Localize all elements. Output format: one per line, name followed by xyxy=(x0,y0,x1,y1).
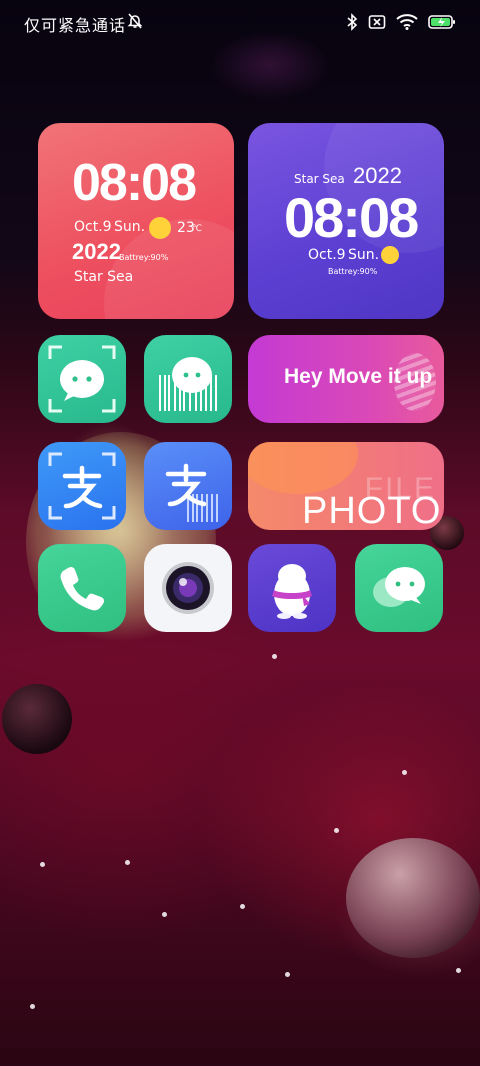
wallpaper-sparkle xyxy=(240,904,245,909)
widget-decoration xyxy=(248,442,358,494)
wallpaper-sparkle xyxy=(40,862,45,867)
chat-bubbles-icon xyxy=(373,567,425,607)
app-qq[interactable] xyxy=(248,544,336,632)
app-camera[interactable] xyxy=(144,544,232,632)
widget-year: 2022 xyxy=(72,239,121,264)
widget-temperature-unit: ℃ xyxy=(192,224,203,234)
bell-off-icon xyxy=(127,13,143,29)
sun-icon xyxy=(147,215,173,245)
wallpaper-sparkle xyxy=(162,912,167,917)
app-wechat-scan[interactable] xyxy=(38,335,126,423)
widget-date: Oct.9 xyxy=(308,247,346,263)
carrier-text: 仅可紧急通话 xyxy=(24,16,127,35)
wallpaper-sparkle xyxy=(30,1004,35,1009)
app-alipay-scan[interactable] xyxy=(38,442,126,530)
alipay-barcode-icon xyxy=(165,463,218,522)
app-wechat-barcode[interactable] xyxy=(144,335,232,423)
bluetooth-icon xyxy=(346,13,358,31)
chat-barcode-icon xyxy=(159,357,217,411)
widget-location: Star Sea xyxy=(294,172,345,186)
wallpaper-sparkle xyxy=(125,860,130,865)
widget-date: Oct.9 xyxy=(74,219,112,235)
sun-icon xyxy=(379,244,401,270)
camera-icon xyxy=(162,562,214,614)
widget-battery: Battrey:90% xyxy=(119,253,169,262)
wallpaper-sparkle xyxy=(334,828,339,833)
clock-widget-red[interactable]: 08:08 Oct.9 Sun. 23 ℃ 2022 Battrey:90% S… xyxy=(38,123,234,319)
app-messages[interactable] xyxy=(355,544,443,632)
status-bar: 仅可紧急通话 xyxy=(0,0,480,46)
wallpaper-sparkle xyxy=(272,654,277,659)
wallpaper-sparkle xyxy=(402,770,407,775)
wallpaper-sparkle xyxy=(456,968,461,973)
hey-move-it-up-widget[interactable]: Hey Move it up xyxy=(248,335,444,423)
widget-battery: Battrey:90% xyxy=(328,267,378,276)
app-alipay-barcode[interactable] xyxy=(144,442,232,530)
widget-location: Star Sea xyxy=(74,269,134,285)
wallpaper-sphere xyxy=(2,684,72,754)
widget-day: Sun. xyxy=(348,247,380,263)
photo-label: PHOTO xyxy=(302,490,442,530)
phone-icon xyxy=(60,566,105,611)
clock-widget-purple[interactable]: Star Sea 2022 08:08 Oct.9 Sun. Battrey:9… xyxy=(248,123,444,319)
widget-time: 08:08 xyxy=(72,154,197,212)
app-phone[interactable] xyxy=(38,544,126,632)
chat-scan-icon xyxy=(48,345,116,413)
photo-widget[interactable]: FILE PHOTO xyxy=(248,442,444,530)
widget-day: Sun. xyxy=(114,219,146,235)
widget-time: 08:08 xyxy=(284,186,419,249)
banner-text: Hey Move it up xyxy=(284,365,433,388)
wifi-icon xyxy=(396,14,418,30)
battery-charging-icon xyxy=(428,14,456,30)
penguin-icon xyxy=(272,564,312,619)
wallpaper-sparkle xyxy=(285,972,290,977)
alipay-scan-icon xyxy=(48,452,116,520)
sim-missing-icon xyxy=(368,14,386,30)
wallpaper-sphere xyxy=(346,838,480,958)
